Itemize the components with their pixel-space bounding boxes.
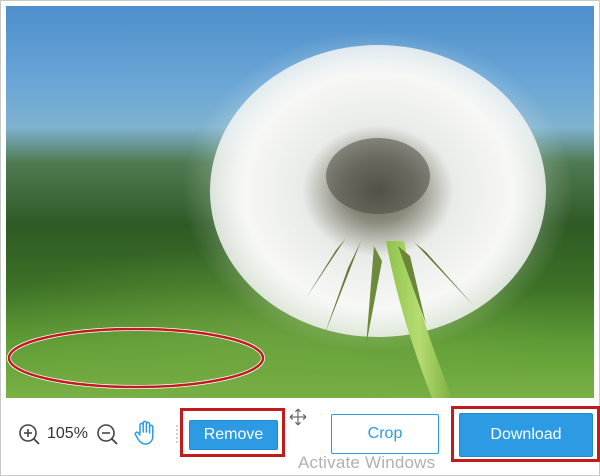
download-button-label: Download xyxy=(490,426,562,443)
photo-canvas[interactable] xyxy=(6,6,594,398)
hand-icon[interactable] xyxy=(133,420,157,446)
activate-windows-watermark: Activate Windows xyxy=(298,453,436,472)
remove-button-label: Remove xyxy=(203,426,264,443)
move-icon[interactable] xyxy=(289,408,307,431)
crop-button-label: Crop xyxy=(367,425,403,442)
download-button[interactable]: Download xyxy=(459,413,593,457)
dandelion-image xyxy=(7,31,573,398)
crop-button[interactable]: Crop xyxy=(331,414,439,454)
zoom-in-icon[interactable] xyxy=(18,423,40,445)
zoom-out-icon[interactable] xyxy=(96,423,118,445)
zoom-level: 105% xyxy=(47,425,88,442)
remove-button[interactable]: Remove xyxy=(189,420,278,450)
